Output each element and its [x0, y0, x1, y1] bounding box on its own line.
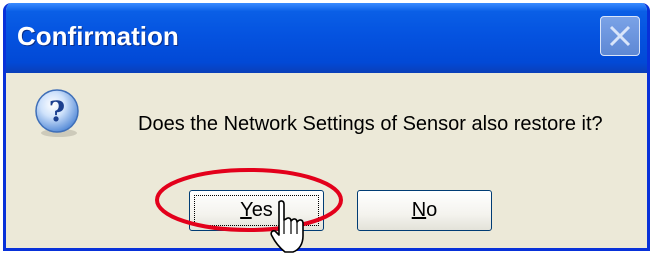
yes-mnemonic: Y — [240, 199, 252, 221]
yes-label-rest: es — [251, 199, 273, 221]
confirmation-dialog: Confirmation ? Does the Network Settings… — [3, 3, 650, 251]
no-mnemonic: N — [411, 199, 427, 221]
dialog-title: Confirmation — [17, 21, 179, 51]
svg-text:?: ? — [49, 95, 65, 128]
no-label-rest: o — [426, 199, 438, 221]
question-icon: ? — [35, 89, 79, 137]
title-bar[interactable]: Confirmation — [6, 3, 647, 73]
close-button[interactable] — [600, 16, 640, 56]
confirmation-message: Does the Network Settings of Sensor also… — [138, 113, 603, 135]
dialog-content: ? Does the Network Settings of Sensor al… — [6, 73, 647, 248]
close-icon — [609, 25, 631, 47]
yes-button[interactable]: Yes — [189, 190, 324, 231]
no-button[interactable]: No — [357, 190, 492, 231]
